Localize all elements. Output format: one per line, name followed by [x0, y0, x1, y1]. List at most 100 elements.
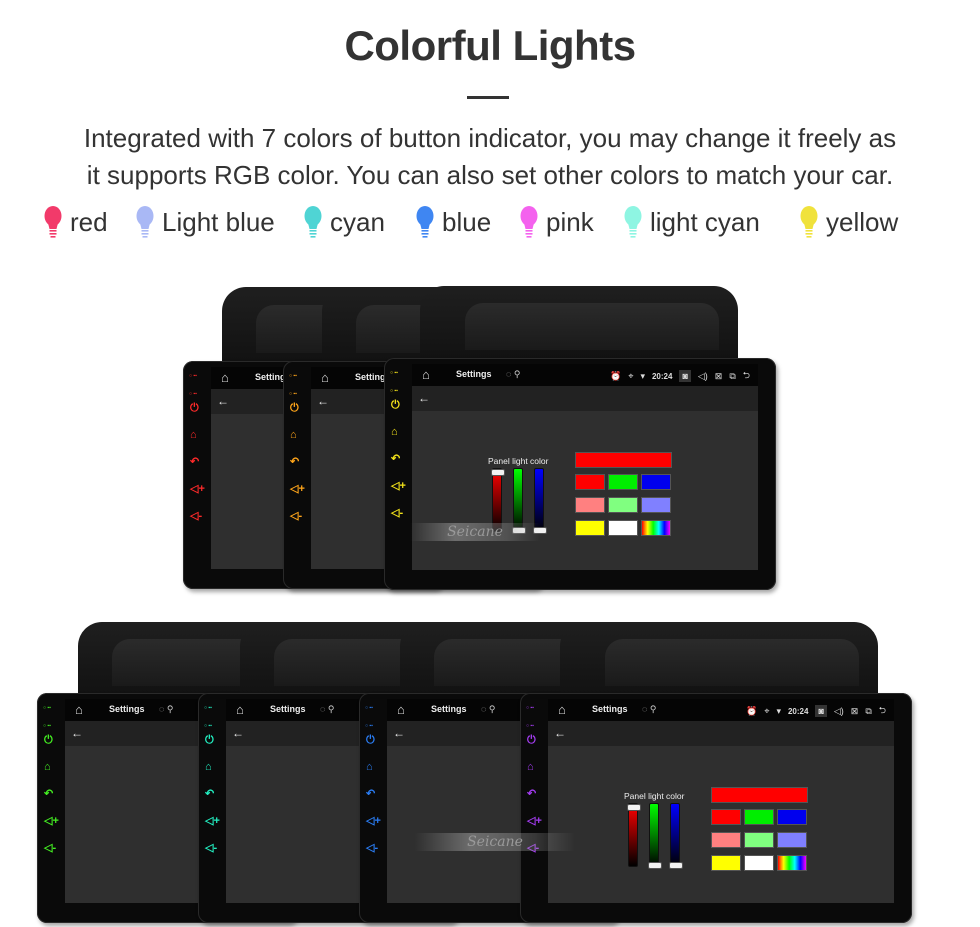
back-arrow-icon[interactable]: ← — [554, 726, 566, 740]
home-icon[interactable]: ⌂ — [221, 370, 235, 385]
volume-down-icon[interactable]: ◁- — [290, 511, 302, 522]
home-icon[interactable]: ⌂ — [44, 762, 51, 773]
back-icon[interactable]: ↶ — [290, 457, 299, 468]
swatch-yellow[interactable] — [575, 520, 605, 536]
volume-down-icon[interactable]: ◁- — [391, 508, 403, 519]
brightness-icon: ◌ — [481, 704, 487, 714]
swatch-light-red[interactable] — [575, 497, 605, 513]
screenshot-icon[interactable]: ◙ — [815, 705, 827, 717]
back-icon[interactable]: ↶ — [205, 789, 214, 800]
swatch-light-green[interactable] — [744, 832, 774, 848]
swatch-red[interactable] — [575, 474, 605, 490]
swatch-green[interactable] — [608, 474, 638, 490]
back-arrow-icon[interactable]: ← — [71, 726, 83, 740]
back-icon[interactable]: ↶ — [391, 454, 400, 465]
swatch-current[interactable] — [711, 787, 808, 803]
recent-apps-icon[interactable]: ⧉ — [729, 371, 735, 382]
home-icon[interactable]: ⌂ — [190, 430, 197, 441]
home-icon[interactable]: ⌂ — [236, 702, 250, 717]
swatch-light-red[interactable] — [711, 832, 741, 848]
swatch-blue[interactable] — [777, 809, 807, 825]
swatch-blue[interactable] — [641, 474, 671, 490]
home-icon[interactable]: ⌂ — [558, 702, 572, 717]
home-icon[interactable]: ⌂ — [366, 762, 373, 773]
back-icon[interactable]: ↶ — [366, 789, 375, 800]
volume-down-icon[interactable]: ◁- — [205, 843, 217, 854]
swatch-green[interactable] — [744, 809, 774, 825]
home-icon[interactable]: ⌂ — [397, 702, 411, 717]
swatch-white[interactable] — [608, 520, 638, 536]
power-icon[interactable]: ⏻ — [190, 403, 199, 414]
back-icon[interactable]: ↶ — [190, 457, 199, 468]
status-indicators: ◌ ⚲ — [642, 704, 656, 715]
slider-knob[interactable] — [669, 862, 683, 869]
volume-up-icon[interactable]: ◁+ — [391, 481, 406, 492]
home-icon[interactable]: ⌂ — [75, 702, 89, 717]
side-button-column: ○ ▪▪○ ▪▪⏻⌂↶◁+◁- — [520, 693, 548, 923]
slider-knob[interactable] — [491, 469, 505, 476]
slider-green[interactable] — [648, 803, 662, 869]
swatch-white[interactable] — [744, 855, 774, 871]
back-arrow-icon[interactable]: ← — [393, 726, 405, 740]
slider-knob[interactable] — [627, 804, 641, 811]
back-icon[interactable]: ↶ — [527, 789, 536, 800]
slider-red[interactable] — [627, 803, 641, 867]
home-icon[interactable]: ⌂ — [290, 430, 297, 441]
close-window-icon[interactable]: ⊠ — [715, 371, 723, 382]
status-indicators: ◌ ⚲ — [159, 704, 173, 715]
swatch-red[interactable] — [711, 809, 741, 825]
volume-up-icon[interactable]: ◁+ — [44, 816, 59, 827]
power-icon[interactable]: ⏻ — [527, 735, 536, 746]
volume-up-icon[interactable]: ◁+ — [290, 484, 305, 495]
legend-label: light cyan — [650, 206, 760, 237]
power-icon[interactable]: ⏻ — [391, 400, 400, 411]
slider-knob[interactable] — [648, 862, 662, 869]
volume-down-icon[interactable]: ◁- — [190, 511, 202, 522]
usb-icon: ⚲ — [513, 369, 521, 379]
usb-icon: ⚲ — [488, 704, 496, 714]
page-title: Colorful Lights — [344, 22, 636, 69]
swatch-yellow[interactable] — [711, 855, 741, 871]
home-icon[interactable]: ⌂ — [321, 370, 335, 385]
swatch-light-green[interactable] — [608, 497, 638, 513]
volume-down-icon[interactable]: ◁- — [366, 843, 378, 854]
volume-up-icon[interactable]: ◁+ — [205, 816, 220, 827]
slider-blue[interactable] — [669, 803, 683, 869]
side-button-column: ○ ▪▪○ ▪▪⏻⌂↶◁+◁- — [37, 693, 65, 923]
home-icon[interactable]: ⌂ — [527, 762, 534, 773]
power-icon[interactable]: ⏻ — [366, 735, 375, 746]
swatch-current[interactable] — [575, 452, 672, 468]
swatch-rainbow[interactable] — [777, 855, 807, 871]
back-icon[interactable]: ↶ — [44, 789, 53, 800]
swatch-light-blue[interactable] — [641, 497, 671, 513]
back-icon[interactable]: ⮌ — [879, 703, 886, 719]
volume-up-icon[interactable]: ◁+ — [366, 816, 381, 827]
volume-icon[interactable]: ◁) — [834, 706, 844, 717]
home-icon[interactable]: ⌂ — [391, 427, 398, 438]
home-icon[interactable]: ⌂ — [422, 367, 436, 382]
back-icon[interactable]: ⮌ — [743, 368, 750, 384]
swatch-light-blue[interactable] — [777, 832, 807, 848]
back-arrow-icon[interactable]: ← — [418, 391, 430, 405]
volume-up-icon[interactable]: ◁+ — [190, 484, 205, 495]
recent-apps-icon[interactable]: ⧉ — [865, 706, 871, 717]
back-arrow-icon[interactable]: ← — [232, 726, 244, 740]
touch-screen: ⌂ Settings ◌ ⚲ ⏰ ⌖ ▾ 20:24 ◙ ◁) ⊠ ⧉ ⮌ ← Panel light c… — [548, 699, 894, 903]
brightness-icon: ◌ — [642, 704, 648, 714]
mic-indicator: ○ ▪▪ — [365, 705, 373, 711]
description: Integrated with 7 colors of button indic… — [0, 120, 980, 194]
volume-up-icon[interactable]: ◁+ — [527, 816, 542, 827]
screenshot-icon[interactable]: ◙ — [679, 370, 691, 382]
close-window-icon[interactable]: ⊠ — [851, 706, 859, 717]
swatch-rainbow[interactable] — [641, 520, 671, 536]
power-icon[interactable]: ⏻ — [44, 735, 53, 746]
mic-indicator: ○ ▪▪ — [526, 705, 534, 711]
power-icon[interactable]: ⏻ — [205, 735, 214, 746]
volume-icon[interactable]: ◁) — [698, 371, 708, 382]
back-arrow-icon[interactable]: ← — [317, 394, 329, 408]
volume-down-icon[interactable]: ◁- — [44, 843, 56, 854]
home-icon[interactable]: ⌂ — [205, 762, 212, 773]
display-hood — [560, 622, 878, 700]
power-icon[interactable]: ⏻ — [290, 403, 299, 414]
back-arrow-icon[interactable]: ← — [217, 394, 229, 408]
